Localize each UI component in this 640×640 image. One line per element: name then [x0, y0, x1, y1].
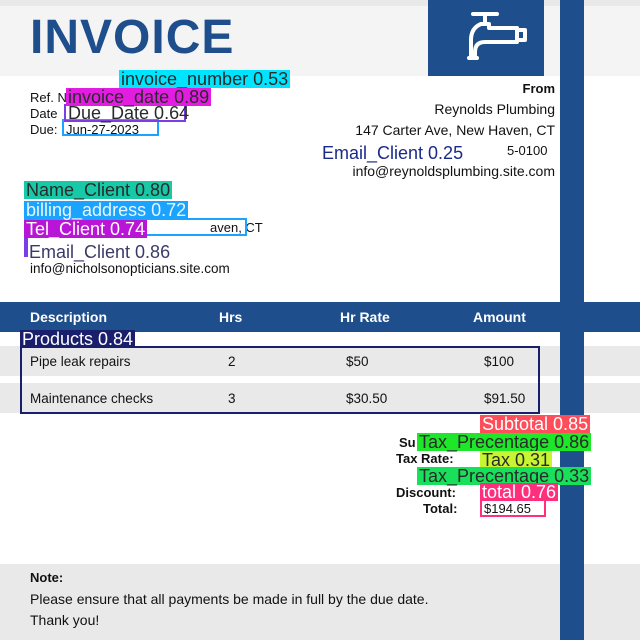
row2-hrs: 3: [228, 391, 236, 406]
ref-label: Ref. N: [30, 90, 67, 105]
tax-rate-label: Tax Rate:: [396, 451, 454, 466]
invoice-page: INVOICE Ref. N Date Due: Jun-27-2023 Fro…: [0, 0, 640, 640]
date-label: Date: [30, 106, 58, 121]
from-company: Reynolds Plumbing: [434, 101, 555, 117]
detection-label: Name_Client 0.80: [24, 180, 173, 200]
total-value: $194.65: [484, 501, 531, 516]
from-phone: 5-0100: [507, 143, 548, 158]
detection-label: invoice_number 0.53: [119, 69, 291, 89]
col-hr-rate: Hr Rate: [340, 309, 390, 325]
detection-label: Email_Client 0.86: [29, 242, 171, 262]
from-heading: From: [522, 81, 556, 96]
faucet-logo: [428, 0, 544, 76]
note-line-2: Thank you!: [30, 612, 100, 628]
detection-label: total 0.76: [480, 482, 559, 502]
row2-amount: $91.50: [484, 391, 526, 406]
note-line-1: Please ensure that all payments be made …: [30, 591, 429, 607]
detection-label: Subtotal 0.85: [480, 414, 591, 434]
detection-label: Products 0.84: [20, 329, 136, 349]
decorative-stripe: [560, 0, 584, 640]
due-date-value: Jun-27-2023: [66, 122, 139, 137]
row1-rate: $50: [346, 354, 369, 369]
row1-amount: $100: [484, 354, 515, 369]
subtotal-label-fragment: Su: [399, 435, 416, 450]
due-label: Due:: [30, 122, 58, 137]
note-heading: Note:: [30, 570, 64, 585]
client-email: info@nicholsonopticians.site.com: [30, 261, 230, 276]
detection-label: Tel_Client 0.74: [24, 219, 148, 239]
col-description: Description: [30, 309, 108, 325]
detection-label: Tax_Precentage 0.86: [417, 432, 592, 452]
detection-label: Due_Date 0.64: [68, 103, 190, 123]
invoice-title: INVOICE: [30, 11, 235, 64]
discount-label: Discount:: [396, 485, 456, 500]
from-address: 147 Carter Ave, New Haven, CT: [355, 122, 555, 138]
billing-address-fragment: aven, CT: [210, 220, 263, 235]
col-amount: Amount: [473, 309, 526, 325]
row1-description: Pipe leak repairs: [30, 354, 131, 369]
detection-label: Email_Client 0.25: [322, 143, 464, 163]
row2-description: Maintenance checks: [30, 391, 154, 406]
detection-label: billing_address 0.72: [24, 200, 189, 220]
col-hrs: Hrs: [219, 309, 243, 325]
faucet-icon: [467, 12, 527, 60]
from-email: info@reynoldsplumbing.site.com: [352, 163, 555, 179]
row1-hrs: 2: [228, 354, 236, 369]
row2-rate: $30.50: [346, 391, 388, 406]
total-label: Total:: [423, 501, 458, 516]
